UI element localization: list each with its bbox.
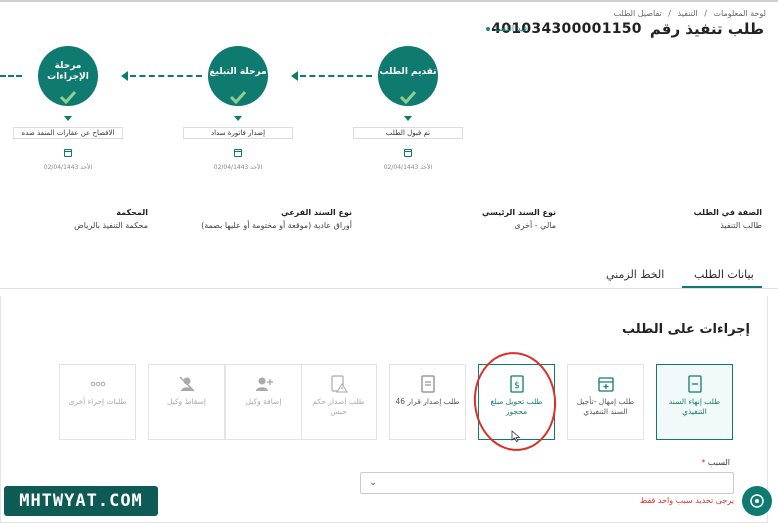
calendar-icon (234, 149, 242, 157)
action-label: طلب إمهال -تأجيل السند التنفيذي (576, 397, 635, 416)
info-label: المحكمة (116, 208, 148, 217)
action-label: إضافة وكيل (245, 397, 282, 406)
chevron-down-icon: ⌄ (369, 477, 378, 488)
step-date: الأحد 02/04/1443 (43, 164, 93, 171)
watermark-logo: MHTWYAT.COM (4, 486, 158, 516)
info-value: محكمة التنفيذ بالرياض (74, 221, 148, 230)
check-icon (59, 90, 77, 104)
action-decision-46-button[interactable]: طلب إصدار قرار 46 (389, 364, 466, 440)
calendar-plus-icon (597, 377, 614, 392)
top-border (0, 0, 778, 2)
step-status: تم قبول الطلب (353, 127, 463, 139)
info-sub-bond: نوع السند الفرعي أوراق عادية (موقعة أو م… (201, 208, 352, 230)
warning-document-icon (330, 375, 348, 393)
action-add-agent-button[interactable]: إضافة وكيل (225, 364, 302, 440)
breadcrumb: لوحة المعلومات / التنفيذ / تفاصيل الطلب (609, 9, 766, 18)
calendar-icon (404, 149, 412, 157)
breadcrumb-separator: / (704, 9, 707, 18)
check-icon (399, 90, 417, 104)
page-title: طلب تنفيذ رقم 401034300001150 (491, 20, 764, 38)
step-status: الافصاح عن عقارات المنفذ ضده (13, 127, 123, 139)
action-label: إسقاط وكيل (167, 397, 206, 406)
action-detention-order-button[interactable]: طلب إصدار حكم حبس (300, 364, 377, 440)
step-date: الأحد 02/04/1443 (383, 164, 433, 171)
chevron-down-icon (404, 116, 412, 121)
reason-label: السبب * (701, 458, 730, 467)
check-icon (229, 90, 247, 104)
breadcrumb-execution[interactable]: التنفيذ (678, 9, 698, 18)
reason-label-text: السبب (707, 458, 730, 467)
info-role: الصفة في الطلب طالب التنفيذ (694, 208, 762, 230)
info-label: الصفة في الطلب (693, 208, 762, 217)
info-label: نوع السند الرئيسي (481, 208, 556, 217)
info-court: المحكمة محكمة التنفيذ بالرياض (74, 208, 148, 230)
action-label: طلبات إجراء أخرى (68, 397, 127, 406)
timeline-arrow (121, 71, 128, 81)
action-label: طلب إصدار حكم حبس (312, 397, 365, 416)
timeline-connector (130, 75, 202, 77)
info-main-bond: نوع السند الرئيسي مالي - أخرى (482, 208, 556, 230)
step-status: إصدار فاتورة سداد (183, 127, 293, 139)
chevron-down-icon (234, 116, 242, 121)
document-minus-icon (687, 375, 702, 393)
info-label: نوع السند الفرعي (281, 208, 352, 217)
info-value: أوراق عادية (موقعة أو مختومة أو عليها بص… (201, 221, 352, 230)
status-text: قيد التنفيذ (494, 24, 528, 33)
timeline-connector (300, 75, 372, 77)
chevron-down-icon (64, 116, 72, 121)
calendar-icon (64, 149, 72, 157)
reason-error: يرجى تحديد سبب واحد فقط (639, 496, 734, 505)
step-date: الأحد 02/04/1443 (213, 164, 263, 171)
action-label: طلب إصدار قرار 46 (395, 397, 460, 406)
remove-user-icon (178, 376, 195, 392)
timeline-arrow (291, 71, 298, 81)
tab-timeline[interactable]: الخط الزمني (606, 268, 664, 281)
add-user-icon (255, 377, 273, 391)
info-value: مالي - أخرى (514, 221, 556, 230)
tabs-divider (0, 288, 778, 289)
breadcrumb-request-details: تفاصيل الطلب (613, 9, 662, 18)
document-icon (420, 375, 435, 393)
action-postpone-bond-button[interactable]: طلب إمهال -تأجيل السند التنفيذي (567, 364, 644, 440)
required-mark: * (701, 458, 706, 467)
mouse-cursor-icon (511, 430, 521, 442)
timeline-connector (0, 75, 22, 77)
tab-active-indicator (682, 286, 762, 288)
actions-title: إجراءات على الطلب (622, 322, 750, 337)
action-end-bond-button[interactable]: طلب إنهاء السند التنفيذي (656, 364, 733, 440)
page-title-text: طلب تنفيذ رقم (649, 20, 764, 38)
breadcrumb-dashboard[interactable]: لوحة المعلومات (713, 9, 766, 18)
chat-icon (750, 494, 764, 508)
action-other-requests-button[interactable]: طلبات إجراء أخرى (59, 364, 136, 440)
status-dot (486, 26, 490, 31)
more-icon (90, 381, 105, 387)
info-value: طالب التنفيذ (720, 221, 762, 230)
status-badge: قيد التنفيذ (486, 24, 527, 33)
breadcrumb-separator: / (668, 9, 671, 18)
help-chat-button[interactable] (742, 486, 772, 516)
action-label: طلب إنهاء السند التنفيذي (668, 397, 721, 416)
tab-request-data[interactable]: بيانات الطلب (694, 268, 754, 281)
action-drop-agent-button[interactable]: إسقاط وكيل (148, 364, 225, 440)
reason-select[interactable]: ⌄ (360, 472, 734, 494)
